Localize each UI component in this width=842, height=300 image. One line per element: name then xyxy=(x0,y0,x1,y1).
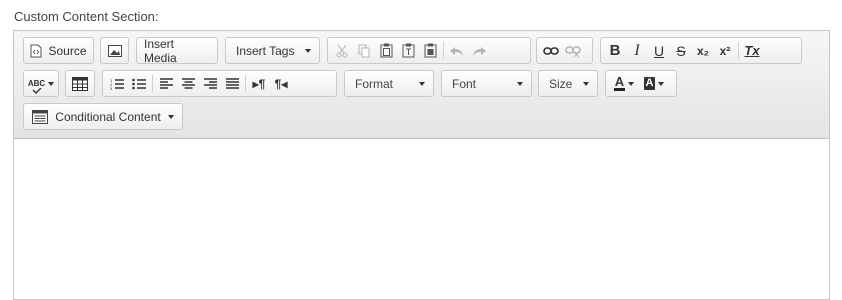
bulleted-list-button[interactable] xyxy=(128,72,150,95)
image-button[interactable] xyxy=(100,37,129,64)
justify-icon xyxy=(225,78,239,89)
link-button[interactable] xyxy=(540,39,562,62)
chevron-down-icon xyxy=(517,81,523,86)
table-button[interactable] xyxy=(69,72,91,95)
paste-word-icon xyxy=(424,43,436,58)
unlink-icon xyxy=(565,45,581,57)
copy-button[interactable] xyxy=(353,39,375,62)
spellcheck-icon: ABC xyxy=(27,78,46,94)
align-right-icon xyxy=(203,78,217,89)
conditional-content-dropdown[interactable]: Conditional Content xyxy=(23,103,183,130)
text-color-icon: A xyxy=(613,74,626,91)
align-left-icon xyxy=(159,78,173,89)
redo-icon xyxy=(473,46,486,56)
source-icon xyxy=(30,44,42,58)
toolbar-separator xyxy=(443,42,444,59)
table-icon xyxy=(72,76,88,91)
cut-icon xyxy=(336,44,348,57)
source-label: Source xyxy=(48,43,87,58)
paste-text-icon xyxy=(402,43,414,58)
toolbar-separator xyxy=(245,75,246,92)
strikethrough-button[interactable]: S xyxy=(670,39,692,62)
format-label: Format xyxy=(355,76,394,91)
font-dropdown[interactable]: Font xyxy=(441,70,532,97)
size-dropdown[interactable]: Size xyxy=(538,70,598,97)
image-icon xyxy=(107,44,122,57)
font-label: Font xyxy=(452,76,477,91)
background-color-button[interactable]: A xyxy=(639,72,669,95)
chevron-down-icon xyxy=(48,81,55,86)
toolbar-separator xyxy=(152,75,153,92)
format-dropdown[interactable]: Format xyxy=(344,70,434,97)
table-group xyxy=(65,70,95,97)
justify-button[interactable] xyxy=(221,72,243,95)
insert-tags-label: Insert Tags xyxy=(236,43,295,58)
paste-button[interactable] xyxy=(375,39,397,62)
undo-icon xyxy=(450,46,463,56)
background-color-icon: A xyxy=(643,77,656,90)
rtl-button[interactable]: ¶◂ xyxy=(270,72,292,95)
editor-toolbar: Source Insert Media Insert Tags B I U S … xyxy=(14,31,829,139)
chevron-down-icon xyxy=(419,81,425,86)
svg-text:3: 3 xyxy=(110,86,113,90)
spellcheck-group: ABC xyxy=(23,70,59,97)
paste-text-button[interactable] xyxy=(397,39,419,62)
link-group xyxy=(536,37,593,64)
align-center-icon xyxy=(181,78,195,89)
italic-button[interactable]: I xyxy=(626,39,648,62)
bold-button[interactable]: B xyxy=(604,39,626,62)
spell-glyph: ABC xyxy=(27,78,46,88)
conditional-content-label: Conditional Content xyxy=(55,109,161,124)
numbered-list-button[interactable]: 123 xyxy=(106,72,128,95)
chevron-down-icon xyxy=(168,114,174,119)
undo-button[interactable] xyxy=(446,39,468,62)
align-left-button[interactable] xyxy=(155,72,177,95)
chevron-down-icon xyxy=(628,81,635,86)
size-label: Size xyxy=(549,76,573,91)
chevron-down-icon xyxy=(305,48,311,53)
unlink-button[interactable] xyxy=(562,39,584,62)
editor-content-area[interactable] xyxy=(14,139,829,299)
toolbar-separator xyxy=(738,42,739,59)
cut-button[interactable] xyxy=(331,39,353,62)
insert-media-button[interactable]: Insert Media xyxy=(136,37,218,65)
rtl-icon: ¶◂ xyxy=(274,76,288,91)
link-icon xyxy=(543,46,559,55)
underline-button[interactable]: U xyxy=(648,39,670,62)
superscript-button[interactable]: x² xyxy=(714,39,736,62)
remove-format-button[interactable]: Tx xyxy=(741,39,763,62)
paragraph-group: 123 ▸¶ ¶◂ xyxy=(102,70,337,97)
spellcheck-button[interactable]: ABC xyxy=(27,72,55,95)
insert-tags-dropdown[interactable]: Insert Tags xyxy=(225,37,320,64)
basic-styles-group: B I U S x₂ x² Tx xyxy=(600,37,802,64)
chevron-down-icon xyxy=(583,81,589,86)
paste-word-button[interactable] xyxy=(419,39,441,62)
source-button[interactable]: Source xyxy=(23,37,94,64)
align-center-button[interactable] xyxy=(177,72,199,95)
text-color-button[interactable]: A xyxy=(609,72,639,95)
paste-icon xyxy=(380,43,392,58)
redo-button[interactable] xyxy=(468,39,490,62)
subscript-button[interactable]: x₂ xyxy=(692,39,714,62)
field-label: Custom Content Section: xyxy=(14,9,159,24)
clipboard-group xyxy=(327,37,531,64)
chevron-down-icon xyxy=(658,81,665,86)
rich-text-editor: Source Insert Media Insert Tags B I U S … xyxy=(13,30,830,300)
numbered-list-icon: 123 xyxy=(110,78,124,90)
conditional-content-icon xyxy=(32,109,48,124)
colors-group: A A xyxy=(605,70,677,97)
copy-icon xyxy=(358,44,369,57)
ltr-icon: ▸¶ xyxy=(252,76,266,91)
bulleted-list-icon xyxy=(132,78,146,89)
ltr-button[interactable]: ▸¶ xyxy=(248,72,270,95)
align-right-button[interactable] xyxy=(199,72,221,95)
